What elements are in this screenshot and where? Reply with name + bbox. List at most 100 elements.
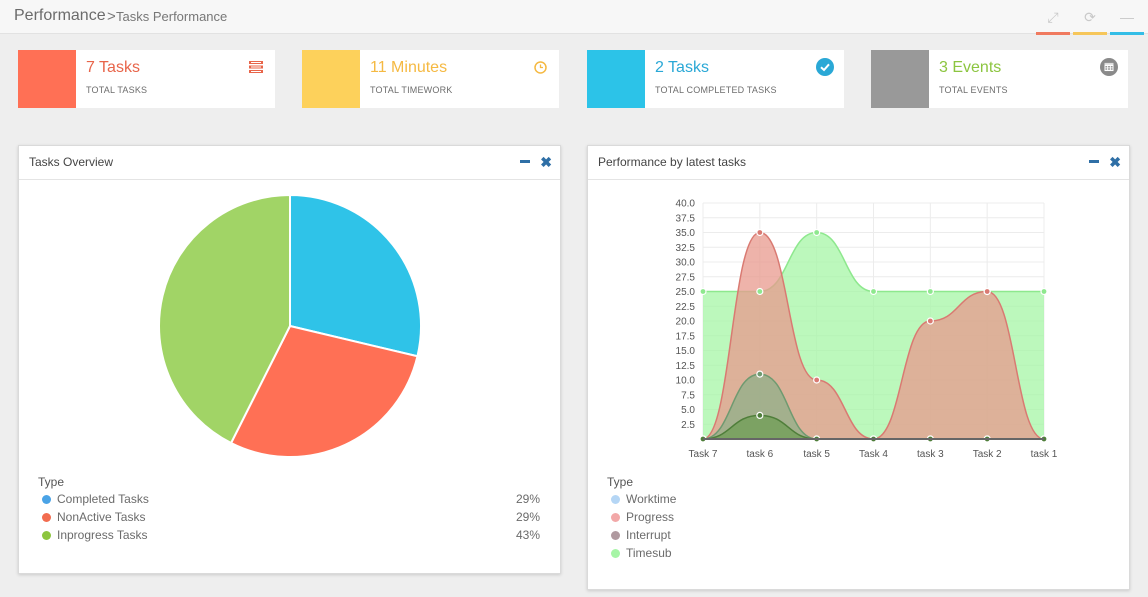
y-tick-label: 17.5 [676,331,696,342]
legend-title: Type [607,475,634,489]
stat-swatch [871,50,929,108]
expand-glyph: ⤢ [1047,8,1059,25]
panel-title: Tasks Overview [29,155,114,169]
stat-label: TOTAL TASKS [86,85,148,95]
minimize-icon[interactable] [1089,160,1099,163]
x-tick-label: task 1 [1031,449,1058,460]
legend-dot [611,512,620,522]
legend-dot [611,548,620,558]
breadcrumb-main[interactable]: Performance [14,7,106,25]
refresh-glyph: ⟳ [1084,8,1096,25]
legend-percent: 29% [515,492,540,506]
y-tick-label: 35.0 [676,228,696,239]
legend-label: Completed Tasks [57,492,149,506]
stat-value: 2 Tasks [655,59,709,76]
stat-label: TOTAL TIMEWORK [370,85,453,95]
y-tick-label: 27.5 [676,272,696,283]
legend-item: NonActive Tasks [42,510,145,524]
legend-item: Worktime [611,492,676,506]
y-tick-label: 32.5 [676,243,696,254]
stat-card-tasks[interactable]: 7 Tasks TOTAL TASKS [18,50,275,108]
area-chart: 2.5 5.0 7.5 10.0 12.5 15.0 17.5 20.0 22.5 25.0 27.… [676,199,1058,461]
legend-label: Progress [626,510,675,524]
expand-icon[interactable]: ⤢ [1042,8,1064,26]
x-tick-label: Task 4 [859,449,888,460]
panel-header: Tasks Overview ✖ [19,146,560,180]
collapse-accent [1110,32,1144,35]
y-tick-label: 15.0 [676,346,696,357]
refresh-accent [1073,32,1107,35]
data-point-progress[interactable] [756,228,764,237]
legend-dot [611,494,620,504]
legend-label: Interrupt [626,528,671,542]
data-point-timesub[interactable] [756,287,764,296]
list-icon [247,58,265,76]
data-point-worktime[interactable] [756,411,764,419]
data-point-progress[interactable] [926,317,934,325]
stat-value: 7 Tasks [86,59,140,76]
stat-value: 3 Events [939,59,1002,76]
clock-icon [531,58,549,76]
data-point-timesub[interactable] [813,228,821,237]
legend-dot [42,494,51,504]
close-icon[interactable]: ✖ [540,154,552,171]
stat-label: TOTAL EVENTS [939,85,1008,95]
y-tick-label: 40.0 [676,199,696,210]
stat-swatch [587,50,645,108]
panel-title: Performance by latest tasks [598,155,747,169]
data-point-timesub[interactable] [1040,287,1048,296]
minimize-icon[interactable] [520,160,530,163]
breadcrumb-sub: Tasks Performance [116,9,228,24]
top-bar: Performance > Tasks Performance ⤢ ⟳ — [0,0,1148,35]
legend-title: Type [38,475,65,489]
legend-item: Progress [611,510,674,524]
y-tick-label: 7.5 [681,390,695,401]
x-tick-label: Task 2 [973,449,1002,460]
y-tick-label: 12.5 [676,361,696,372]
y-tick-label: 10.0 [676,376,696,387]
x-tick-label: Task 7 [689,449,718,460]
calendar-icon [1100,58,1118,76]
x-tick-label: task 6 [746,449,773,460]
stat-swatch [302,50,360,108]
y-tick-label: 37.5 [676,213,696,224]
stat-label: TOTAL COMPLETED TASKS [655,85,777,95]
tasks-overview-panel: Tasks Overview ✖ Type Completed Tasks 29… [18,145,561,574]
close-icon[interactable]: ✖ [1109,154,1121,171]
fullscreen-accent [1036,32,1070,35]
data-point-progress[interactable] [983,287,991,296]
stat-card-timework[interactable]: 11 Minutes TOTAL TIMEWORK [302,50,559,108]
legend-percent: 43% [515,528,540,542]
legend-dot [42,512,51,522]
data-point-timesub[interactable] [926,287,934,296]
stat-card-completed[interactable]: 2 Tasks TOTAL COMPLETED TASKS [587,50,844,108]
legend-label: Worktime [626,492,677,506]
data-point-timesub[interactable] [869,287,878,296]
legend-item: Interrupt [611,528,671,542]
legend-item: Inprogress Tasks [42,528,148,542]
legend-percent: 29% [515,510,540,524]
data-point-timesub[interactable] [699,287,707,296]
y-tick-label: 22.5 [676,302,696,313]
data-point-interrupt[interactable] [756,370,764,378]
x-tick-label: task 3 [917,449,944,460]
stat-card-events[interactable]: 3 Events TOTAL EVENTS [871,50,1128,108]
legend-item: Timesub [611,546,672,560]
legend-dot [42,530,51,540]
legend-label: Inprogress Tasks [57,528,148,542]
y-tick-label: 2.5 [681,420,695,431]
stat-value: 11 Minutes [370,59,448,76]
collapse-glyph: — [1120,9,1134,25]
check-circle-icon [816,58,834,76]
y-tick-label: 30.0 [676,258,696,269]
legend-item: Completed Tasks [42,492,149,506]
panel-header: Performance by latest tasks ✖ [588,146,1129,180]
refresh-icon[interactable]: ⟳ [1079,8,1101,26]
breadcrumb-separator: > [107,8,116,25]
y-tick-label: 5.0 [681,405,695,416]
performance-panel: Performance by latest tasks ✖ 2.5 5.0 7.5 1… [587,145,1130,590]
legend-dot [611,530,620,540]
data-point-progress[interactable] [813,376,821,384]
pie-chart [158,193,422,458]
minus-icon[interactable]: — [1116,8,1138,26]
